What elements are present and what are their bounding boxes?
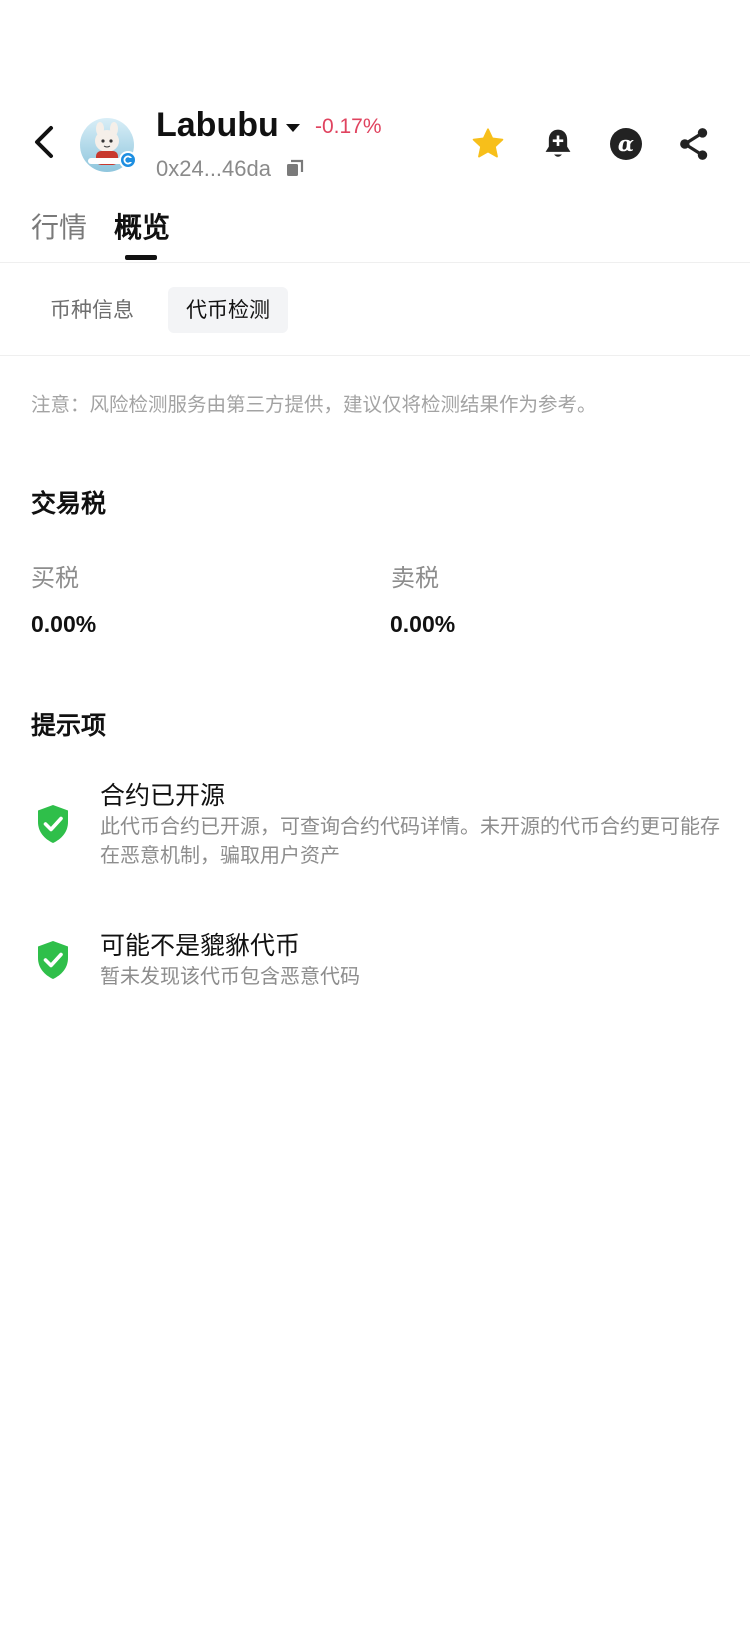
token-name[interactable]: Labubu — [156, 106, 279, 145]
chain-icon — [121, 153, 135, 167]
tip-title: 可能不是貔貅代币 — [100, 931, 301, 960]
favorite-button[interactable] — [470, 126, 506, 162]
main-tabs: 行情 概览 — [0, 200, 750, 263]
risk-notice: 注意：风险检测服务由第三方提供，建议仅将检测结果作为参考。 — [31, 393, 597, 416]
sub-tabs: 币种信息 代币检测 — [0, 263, 750, 356]
token-avatar[interactable] — [80, 118, 137, 172]
buy-tax-value: 0.00% — [31, 611, 97, 637]
copy-icon[interactable] — [284, 157, 306, 179]
token-header: Labubu -0.17% 0x24...46da α — [0, 0, 750, 200]
tab-market[interactable]: 行情 — [31, 206, 87, 246]
caret-down-icon[interactable] — [283, 118, 303, 138]
alpha-button[interactable]: α — [608, 126, 644, 162]
contract-address: 0x24...46da — [156, 156, 271, 181]
tax-section-title: 交易税 — [31, 489, 107, 518]
shield-check-icon — [38, 805, 68, 843]
price-change: -0.17% — [315, 115, 382, 138]
share-button[interactable] — [676, 126, 712, 162]
sell-tax-label: 卖税 — [391, 564, 439, 592]
price-alert-button[interactable] — [540, 126, 576, 162]
tab-active-indicator — [125, 255, 157, 260]
tab-overview[interactable]: 概览 — [114, 206, 170, 246]
tip-description: 暂未发现该代币包含恶意代码 — [100, 964, 360, 988]
chevron-left-icon — [35, 126, 53, 158]
back-button[interactable] — [24, 122, 64, 162]
alpha-icon: α — [610, 128, 642, 160]
tip-title: 合约已开源 — [100, 781, 226, 810]
buy-tax-label: 买税 — [31, 564, 79, 592]
share-icon — [680, 128, 708, 160]
tip-description: 此代币合约已开源，可查询合约代码详情。未开源的代币合约更可能存在恶意机制，骗取用… — [100, 814, 720, 867]
subtab-token-info[interactable]: 币种信息 — [32, 287, 152, 333]
star-icon — [472, 128, 504, 158]
sell-tax-value: 0.00% — [390, 611, 456, 637]
subtab-token-check[interactable]: 代币检测 — [168, 287, 288, 333]
chain-badge — [119, 151, 137, 169]
svg-text:α: α — [618, 131, 634, 156]
shield-check-icon — [38, 941, 68, 979]
bell-plus-icon — [545, 129, 571, 157]
tips-section-title: 提示项 — [31, 711, 107, 740]
